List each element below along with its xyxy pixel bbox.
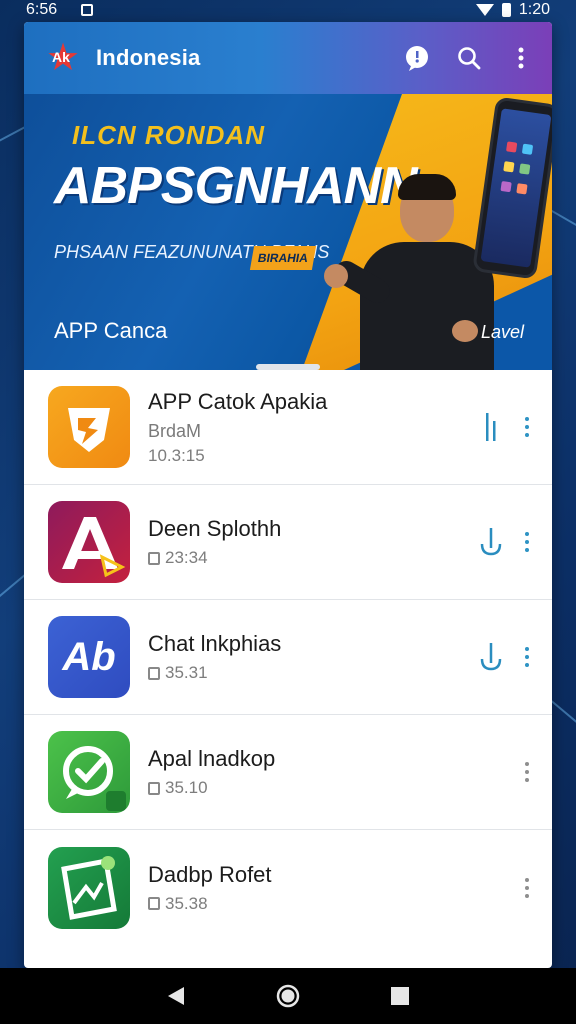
- presenter-image: [324, 174, 504, 370]
- notification-icon: [81, 4, 94, 16]
- app-version: 23:34: [148, 548, 478, 568]
- app-developer: BrdaM: [148, 420, 202, 441]
- more-vert-icon[interactable]: [522, 877, 532, 898]
- app-icon: [48, 386, 130, 468]
- ab-letters-icon: Ab: [62, 634, 116, 679]
- lock-icon: [148, 551, 160, 565]
- app-bar: ★ Ak Indonesia: [24, 22, 552, 94]
- lock-icon: [148, 781, 160, 795]
- status-time: 6:56: [26, 1, 58, 18]
- chat-bubble-icon: [406, 46, 428, 71]
- status-clock: 1:20: [518, 1, 550, 18]
- app-window: ★ Ak Indonesia ILCN RONDAN ABPSGNHANN PH…: [24, 22, 552, 968]
- more-vert-icon[interactable]: [522, 532, 532, 552]
- download-button[interactable]: [478, 640, 504, 674]
- overflow-menu-button[interactable]: [504, 41, 538, 75]
- download-button[interactable]: [478, 410, 504, 444]
- progress-bar-icon: [486, 413, 496, 441]
- app-list: APP Catok Apakia BrdaM 10.3:15 Deen Splo…: [24, 370, 552, 945]
- app-name: Apal lnadkop: [148, 746, 276, 771]
- chat-check-icon: [63, 746, 126, 811]
- banner-caption: APP Canca: [54, 318, 168, 343]
- app-version: 35.31: [148, 663, 478, 683]
- home-button[interactable]: [274, 982, 302, 1010]
- app-icon: Ab: [48, 616, 130, 698]
- app-icon: [48, 731, 130, 813]
- battery-icon: [501, 3, 511, 17]
- download-arrow-icon: [480, 528, 502, 556]
- list-item[interactable]: Dadbp Rofet 35.38: [24, 830, 552, 945]
- shield-s-icon: [68, 408, 110, 452]
- more-vert-icon[interactable]: [522, 647, 532, 667]
- lock-icon: [148, 666, 160, 680]
- app-logo: ★ Ak: [44, 39, 82, 77]
- search-button[interactable]: [452, 41, 486, 75]
- recents-button[interactable]: [386, 982, 414, 1010]
- app-icon: [48, 501, 130, 583]
- app-icon: [48, 846, 130, 929]
- promo-banner[interactable]: ILCN RONDAN ABPSGNHANN PHSAAN FEAZUNUNAT…: [24, 94, 552, 370]
- app-name: Deen Splothh: [148, 516, 282, 541]
- chat-button[interactable]: [400, 41, 434, 75]
- download-arrow-icon: [480, 643, 502, 671]
- system-nav-bar: [0, 968, 576, 1024]
- letter-a-icon: [62, 517, 126, 578]
- more-vert-icon: [518, 47, 524, 69]
- logo-lettering: Ak: [52, 49, 70, 65]
- app-name: Dadbp Rofet: [148, 861, 272, 887]
- wifi-icon: [475, 4, 494, 16]
- home-circle-icon: [276, 984, 300, 1008]
- download-button[interactable]: [478, 525, 504, 559]
- banner-kicker: ILCN RONDAN: [72, 120, 265, 150]
- app-version: 35.10: [148, 778, 522, 798]
- banner-right-label[interactable]: Lavel: [481, 322, 524, 343]
- more-vert-icon[interactable]: [522, 762, 532, 782]
- lock-icon: [148, 897, 160, 910]
- recents-square-icon: [391, 987, 409, 1005]
- more-vert-icon[interactable]: [522, 417, 532, 437]
- app-version: 35.38: [148, 894, 522, 914]
- app-name: APP Catok Apakia: [148, 388, 328, 414]
- list-item[interactable]: APP Catok Apakia BrdaM 10.3:15: [24, 370, 552, 485]
- status-bar: 6:56 1:20: [0, 0, 576, 20]
- map-photo-icon: [61, 855, 117, 920]
- app-name: Chat lnkphias: [148, 631, 282, 656]
- search-icon: [458, 47, 481, 70]
- app-version: 10.3:15: [148, 445, 205, 465]
- list-item[interactable]: Deen Splothh 23:34: [24, 485, 552, 600]
- app-title: Indonesia: [96, 45, 201, 70]
- list-item[interactable]: Ab Chat lnkphias 35.31: [24, 600, 552, 715]
- back-triangle-icon: [168, 987, 184, 1005]
- list-item[interactable]: Apal lnadkop 35.10: [24, 715, 552, 830]
- back-button[interactable]: [162, 982, 190, 1010]
- banner-tag: BIRAHIA: [249, 246, 317, 270]
